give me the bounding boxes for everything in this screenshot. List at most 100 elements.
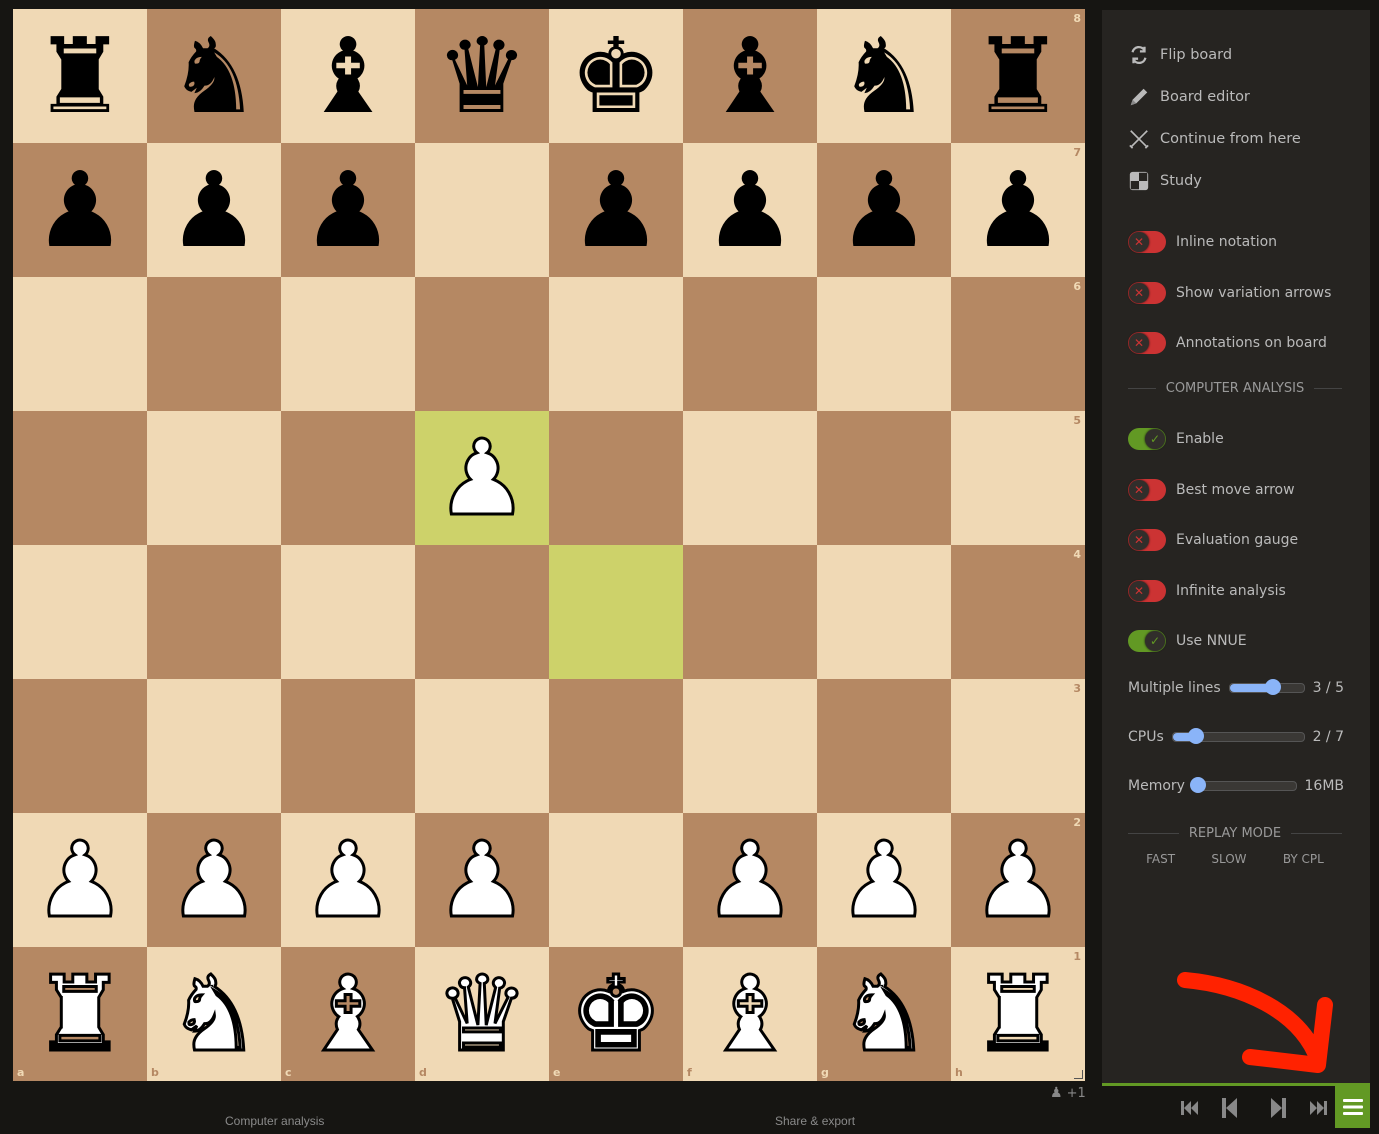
square-e8[interactable]: ♚ <box>549 9 683 143</box>
black-rook-icon[interactable]: ♜ <box>33 24 126 128</box>
square-b8[interactable]: ♞ <box>147 9 281 143</box>
white-pawn-icon[interactable]: ♟ <box>300 827 396 934</box>
square-e2[interactable] <box>549 813 683 947</box>
replay-slow-option[interactable]: SLOW <box>1211 852 1246 866</box>
square-c8[interactable]: ♝ <box>281 9 415 143</box>
square-f5[interactable] <box>683 411 817 545</box>
last-move-button[interactable] <box>1298 1088 1338 1128</box>
black-king-icon[interactable]: ♚ <box>569 24 662 128</box>
white-bishop-icon[interactable]: ♝ <box>702 961 798 1068</box>
toggle-evaluation-gauge[interactable]: ✕ Evaluation gauge <box>1128 529 1298 551</box>
continue-from-here-button[interactable]: Continue from here <box>1128 128 1301 150</box>
square-d7[interactable] <box>415 143 549 277</box>
square-a8[interactable]: ♜ <box>13 9 147 143</box>
toggle-inline-notation[interactable]: ✕ Inline notation <box>1128 231 1277 253</box>
square-h5[interactable]: 5 <box>951 411 1085 545</box>
toggle-annotations-on-board[interactable]: ✕ Annotations on board <box>1128 332 1327 354</box>
replay-by-cpl-option[interactable]: BY CPL <box>1283 852 1324 866</box>
square-e4[interactable] <box>549 545 683 679</box>
square-d3[interactable] <box>415 679 549 813</box>
memory-slider-thumb[interactable] <box>1190 777 1206 793</box>
square-e5[interactable] <box>549 411 683 545</box>
square-f3[interactable] <box>683 679 817 813</box>
infinite-analysis-switch[interactable]: ✕ <box>1128 580 1166 602</box>
square-h2[interactable]: ♟ 2 <box>951 813 1085 947</box>
black-knight-icon[interactable]: ♞ <box>167 24 260 128</box>
board-resize-handle[interactable] <box>1074 1070 1083 1079</box>
square-f8[interactable]: ♝ <box>683 9 817 143</box>
enable-switch[interactable]: ✓ <box>1128 428 1166 450</box>
white-pawn-icon[interactable]: ♟ <box>166 827 262 934</box>
square-d6[interactable] <box>415 277 549 411</box>
square-a3[interactable] <box>13 679 147 813</box>
square-c7[interactable]: ♟ <box>281 143 415 277</box>
cpus-slider-thumb[interactable] <box>1188 728 1205 744</box>
chess-board[interactable]: ♜ ♞ ♝ ♛ ♚ ♝ ♞ ♜ 8 ♟ ♟ ♟ ♟ ♟ ♟ ♟ 7 6 ♟ 5 4 3 ♟ ♟ ♟ ♟ ♟ ♟ ♟ 2 ♜ a ♞ b ♝ c ♛ d ♚ e… <box>13 9 1085 1081</box>
square-b7[interactable]: ♟ <box>147 143 281 277</box>
square-b3[interactable] <box>147 679 281 813</box>
white-pawn-icon[interactable]: ♟ <box>702 827 798 934</box>
square-g7[interactable]: ♟ <box>817 143 951 277</box>
square-b5[interactable] <box>147 411 281 545</box>
toggle-enable[interactable]: ✓ Enable <box>1128 428 1224 450</box>
square-g8[interactable]: ♞ <box>817 9 951 143</box>
toggle-use-nnue[interactable]: ✓ Use NNUE <box>1128 630 1247 652</box>
square-a1[interactable]: ♜ a <box>13 947 147 1081</box>
square-g6[interactable] <box>817 277 951 411</box>
white-knight-icon[interactable]: ♞ <box>836 961 932 1068</box>
square-f2[interactable]: ♟ <box>683 813 817 947</box>
square-a6[interactable] <box>13 277 147 411</box>
square-d8[interactable]: ♛ <box>415 9 549 143</box>
square-c5[interactable] <box>281 411 415 545</box>
black-pawn-icon[interactable]: ♟ <box>837 158 930 262</box>
flip-board-button[interactable]: Flip board <box>1128 44 1232 66</box>
menu-toggle-button[interactable] <box>1335 1086 1370 1128</box>
white-queen-icon[interactable]: ♛ <box>434 961 530 1068</box>
square-c4[interactable] <box>281 545 415 679</box>
white-pawn-icon[interactable]: ♟ <box>32 827 128 934</box>
white-pawn-icon[interactable]: ♟ <box>970 827 1066 934</box>
square-b6[interactable] <box>147 277 281 411</box>
tab-share-export[interactable]: Share & export <box>775 1114 855 1128</box>
black-pawn-icon[interactable]: ♟ <box>569 158 662 262</box>
memory-slider[interactable] <box>1190 777 1297 793</box>
white-king-icon[interactable]: ♚ <box>568 961 664 1068</box>
tab-computer-analysis[interactable]: Computer analysis <box>225 1114 324 1128</box>
square-f1[interactable]: ♝ f <box>683 947 817 1081</box>
square-a4[interactable] <box>13 545 147 679</box>
square-d5[interactable]: ♟ <box>415 411 549 545</box>
inline-notation-switch[interactable]: ✕ <box>1128 231 1166 253</box>
square-e3[interactable] <box>549 679 683 813</box>
square-h1[interactable]: ♜ 1 h <box>951 947 1085 1081</box>
black-rook-icon[interactable]: ♜ <box>971 24 1064 128</box>
black-pawn-icon[interactable]: ♟ <box>703 158 796 262</box>
square-c1[interactable]: ♝ c <box>281 947 415 1081</box>
cpus-slider[interactable] <box>1171 728 1305 744</box>
square-h6[interactable]: 6 <box>951 277 1085 411</box>
square-b4[interactable] <box>147 545 281 679</box>
square-g4[interactable] <box>817 545 951 679</box>
square-h3[interactable]: 3 <box>951 679 1085 813</box>
board-editor-button[interactable]: Board editor <box>1128 86 1250 108</box>
square-a5[interactable] <box>13 411 147 545</box>
square-c6[interactable] <box>281 277 415 411</box>
first-move-button[interactable] <box>1170 1088 1210 1128</box>
square-e1[interactable]: ♚ e <box>549 947 683 1081</box>
black-queen-icon[interactable]: ♛ <box>435 24 528 128</box>
best-move-arrow-switch[interactable]: ✕ <box>1128 479 1166 501</box>
square-d4[interactable] <box>415 545 549 679</box>
evaluation-gauge-switch[interactable]: ✕ <box>1128 529 1166 551</box>
annotations-on-board-switch[interactable]: ✕ <box>1128 332 1166 354</box>
black-bishop-icon[interactable]: ♝ <box>703 24 796 128</box>
square-c2[interactable]: ♟ <box>281 813 415 947</box>
previous-move-button[interactable] <box>1210 1088 1250 1128</box>
square-e7[interactable]: ♟ <box>549 143 683 277</box>
square-d2[interactable]: ♟ <box>415 813 549 947</box>
use-nnue-switch[interactable]: ✓ <box>1128 630 1166 652</box>
black-pawn-icon[interactable]: ♟ <box>301 158 394 262</box>
square-a7[interactable]: ♟ <box>13 143 147 277</box>
black-knight-icon[interactable]: ♞ <box>837 24 930 128</box>
white-bishop-icon[interactable]: ♝ <box>300 961 396 1068</box>
toggle-infinite-analysis[interactable]: ✕ Infinite analysis <box>1128 580 1286 602</box>
square-c3[interactable] <box>281 679 415 813</box>
